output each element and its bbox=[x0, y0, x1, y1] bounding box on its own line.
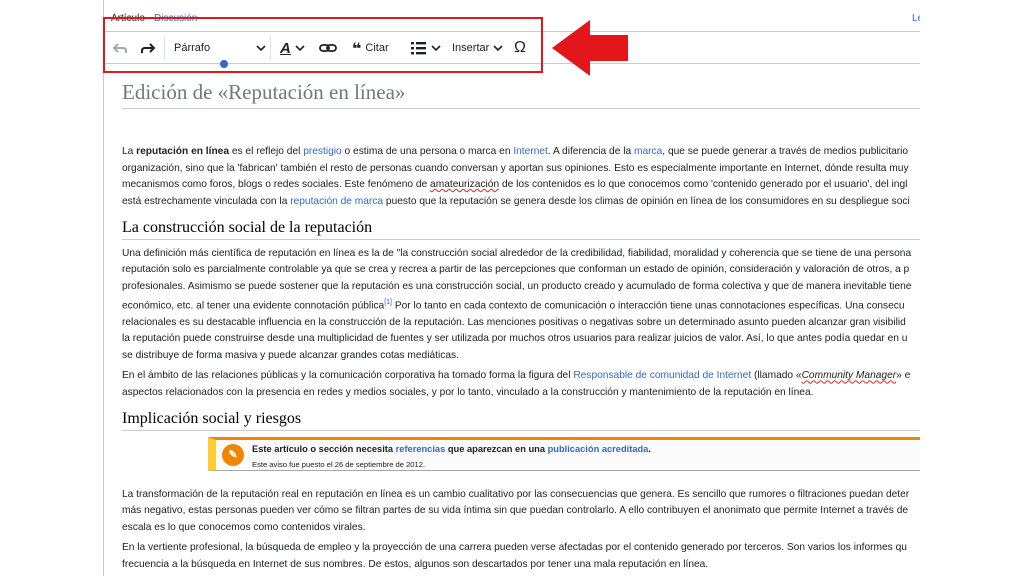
text: . bbox=[648, 443, 651, 454]
text: La bbox=[122, 146, 137, 157]
toolbar-highlight-box bbox=[103, 17, 543, 73]
text-line: En el ámbito de las relaciones públicas … bbox=[122, 368, 920, 385]
link-reputacion-de-marca[interactable]: reputación de marca bbox=[290, 196, 383, 207]
text-line: aspectos relacionados con la presencia e… bbox=[122, 386, 814, 398]
text-line: escala es lo que conocemos como contenid… bbox=[122, 521, 366, 533]
text: » e bbox=[896, 370, 911, 382]
section-paragraph: La transformación de la reputación real … bbox=[122, 487, 920, 537]
link-marca[interactable]: marca bbox=[634, 146, 662, 157]
text: (llamado « bbox=[751, 370, 802, 382]
page-title: Edición de «Reputación en línea» bbox=[122, 80, 920, 109]
notice-date: Este aviso fue puesto el 26 de septiembr… bbox=[252, 459, 426, 469]
text-line: profesionales. Asimismo se puede sostene… bbox=[122, 280, 912, 292]
link-internet[interactable]: Internet bbox=[513, 146, 548, 157]
text: o estima de una persona o marca en bbox=[341, 146, 514, 157]
link-community-manager[interactable]: Responsable de comunidad de Internet bbox=[573, 370, 751, 381]
text: puesto que la reputación se genera desde… bbox=[383, 195, 910, 207]
text: Este artículo o sección necesita bbox=[252, 443, 396, 454]
text-line: se distribuye de forma masiva y puede al… bbox=[122, 349, 459, 361]
text: económico, etc. al tener una evidente co… bbox=[122, 300, 385, 312]
misspelled-word: amateurización bbox=[430, 179, 500, 190]
article-body[interactable]: La reputación en línea es el reflejo del… bbox=[122, 144, 920, 576]
tab-read[interactable]: Le bbox=[912, 13, 920, 24]
red-arrow-icon bbox=[552, 20, 628, 76]
section-heading: Implicación social y riesgos bbox=[122, 411, 920, 431]
text: Por lo tanto en cada contexto de comunic… bbox=[392, 300, 905, 312]
intro-paragraph: La reputación en línea es el reflejo del… bbox=[122, 144, 920, 210]
text: está estrechamente vinculada con la bbox=[122, 195, 291, 207]
text-line: la reputación puede construirse desde un… bbox=[122, 333, 908, 345]
text-line: reputación solo es parcialmente controla… bbox=[122, 264, 910, 275]
section-heading: La construcción social de la reputación bbox=[122, 219, 920, 240]
editor-frame: Artículo Discusión Le Párrafo A ❝ Citar bbox=[103, 0, 920, 576]
italic-term: Community Manager bbox=[801, 370, 897, 382]
text-line: económico, etc. al tener una evidente co… bbox=[122, 295, 920, 315]
text-line: está estrechamente vinculada con la repu… bbox=[122, 194, 920, 211]
text-line: mecanismos como foros, blogs o redes soc… bbox=[122, 177, 920, 194]
link-prestigio[interactable]: prestigio bbox=[303, 146, 342, 157]
reference-link[interactable]: [1] bbox=[384, 299, 392, 306]
text: de los contenidos es lo que conocemos co… bbox=[499, 179, 908, 190]
notice-text: Este artículo o sección necesita referen… bbox=[252, 443, 651, 456]
notice-icon: ✎ bbox=[222, 443, 244, 466]
section-paragraph: En la vertiente profesional, la búsqueda… bbox=[122, 540, 920, 573]
section-paragraph: Una definición más científica de reputac… bbox=[122, 246, 920, 365]
section-paragraph: En el ámbito de las relaciones públicas … bbox=[122, 368, 920, 401]
text: , que se puede generar a través de medio… bbox=[662, 146, 909, 157]
text-line: más negativo, estas personas pueden ver … bbox=[122, 505, 909, 517]
link-referencias[interactable]: referencias bbox=[396, 444, 446, 454]
text-line: La transformación de la reputación real … bbox=[122, 488, 910, 500]
text: es el reflejo del bbox=[229, 146, 304, 157]
text-line: Una definición más científica de reputac… bbox=[122, 247, 912, 259]
text-line: frecuencia a la búsqueda en Internet de … bbox=[122, 558, 709, 570]
text: . A diferencia de la bbox=[547, 146, 634, 157]
text-line: organización, sino que la 'fabrican' tam… bbox=[122, 162, 909, 174]
text: mecanismos como foros, blogs o redes soc… bbox=[122, 179, 431, 190]
text: En el ámbito de las relaciones públicas … bbox=[122, 370, 574, 382]
text-line: relacionales es su destacable influencia… bbox=[122, 316, 906, 328]
references-notice: ✎ Este artículo o sección necesita refer… bbox=[208, 436, 920, 471]
text: que aparezcan en una bbox=[445, 443, 548, 454]
bold-term: reputación en línea bbox=[136, 146, 230, 157]
text-line: La reputación en línea es el reflejo del… bbox=[122, 144, 920, 161]
link-publicacion-acreditada[interactable]: publicación acreditada bbox=[548, 444, 649, 454]
text-line: En la vertiente profesional, la búsqueda… bbox=[122, 542, 907, 554]
